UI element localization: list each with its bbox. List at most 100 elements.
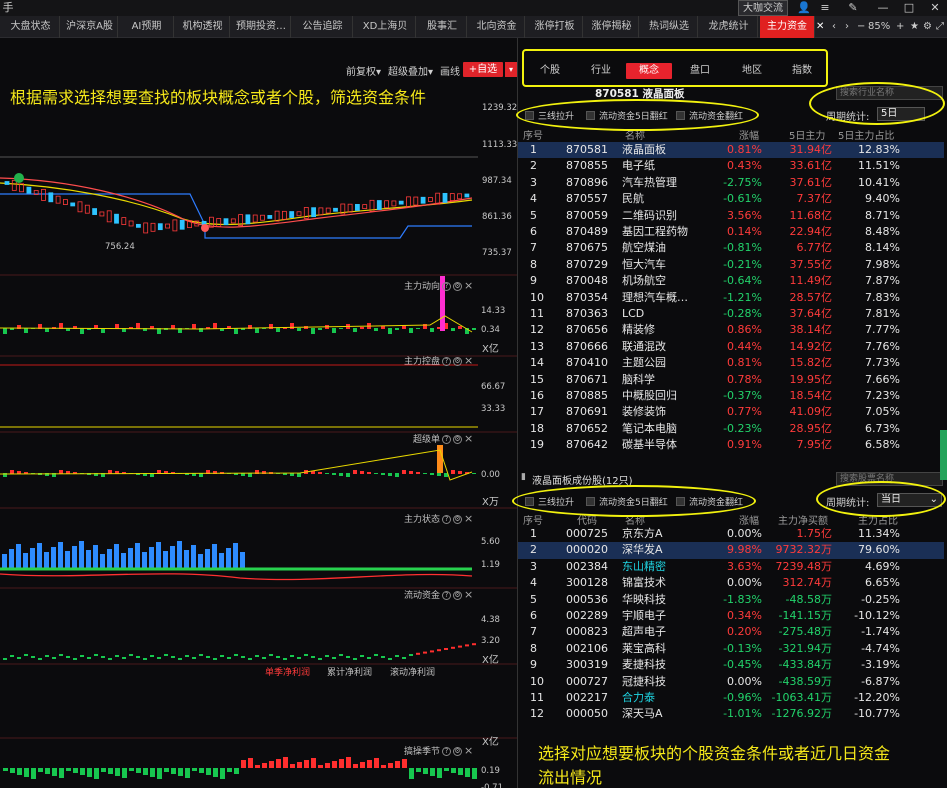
table-row[interactable]: 6 870489 基因工程药物 0.14% 22.94亿 8.48% — [518, 224, 944, 240]
tab-11[interactable]: 涨停揭秘 — [585, 16, 639, 38]
table-row[interactable]: 14 870410 主题公园 0.81% 15.82亿 7.73% — [518, 355, 944, 371]
draw-line-button[interactable]: 画线 — [440, 63, 460, 78]
tab-2[interactable]: 沪深京A股 — [62, 16, 118, 38]
state-bar — [198, 554, 203, 568]
table-row[interactable]: 12 870656 精装修 0.86% 38.14亿 7.77% — [518, 322, 944, 338]
row-5d-ratio: 6.58% — [865, 438, 900, 452]
table-row[interactable]: 13 870666 联通混改 0.44% 14.92亿 7.76% — [518, 339, 944, 355]
adjust-mode-dropdown[interactable]: 前复权▾ — [346, 63, 381, 78]
help-icon[interactable]: ? — [442, 515, 452, 524]
tab-settings-icon[interactable]: ⚙ — [923, 16, 932, 38]
table-row[interactable]: 10 000727 冠捷科技 0.00% -438.59万 -6.87% — [518, 674, 944, 690]
table-row[interactable]: 8 870729 恒大汽车 -0.21% 37.55亿 7.98% — [518, 257, 944, 273]
column-header[interactable]: 涨幅 — [739, 512, 759, 527]
minimize-icon[interactable]: — — [876, 0, 890, 16]
tab-9[interactable]: 北向资金 — [469, 16, 525, 38]
settings-icon[interactable]: ✎ — [846, 0, 860, 16]
close-icon[interactable]: × — [464, 745, 473, 756]
table-row[interactable]: 5 000536 华映科技 -1.83% -48.58万 -0.25% — [518, 592, 944, 608]
super-order-bar — [437, 473, 441, 476]
table-row[interactable]: 11 002217 合力泰 -0.96% -1063.41万 -12.20% — [518, 690, 944, 706]
menu-icon[interactable]: ≡ — [818, 0, 832, 16]
help-icon[interactable]: ? — [442, 747, 452, 756]
help-icon[interactable]: ? — [442, 591, 452, 600]
table-row[interactable]: 7 870675 航空煤油 -0.81% 6.77亿 8.14% — [518, 240, 944, 256]
close-icon[interactable]: × — [464, 355, 473, 366]
tab-1[interactable]: 大盘状态 — [2, 16, 60, 38]
expand-icon[interactable]: ▮ — [521, 472, 526, 482]
row-5d-main: 6.77亿 — [796, 241, 833, 255]
profit-tab-rolling[interactable]: 滚动净利润 — [390, 665, 435, 678]
table-row[interactable]: 18 870652 笔记本电脑 -0.23% 28.95亿 6.73% — [518, 421, 944, 437]
table-row[interactable]: 1 000725 京东方A 0.00% 1.75亿 11.34% — [518, 526, 944, 542]
watchlist-dropdown-icon[interactable]: ▾ — [505, 62, 517, 77]
table-row[interactable]: 2 870855 电子纸 0.43% 33.61亿 11.51% — [518, 158, 944, 174]
settings-icon[interactable]: ⚙ — [453, 435, 463, 444]
discussion-button[interactable]: 大咖交流 — [738, 0, 788, 16]
table-row[interactable]: 6 002289 宇顺电子 0.34% -141.15万 -10.12% — [518, 608, 944, 624]
tab-close-icon[interactable]: ✕ — [816, 16, 824, 38]
close-icon[interactable]: ✕ — [928, 0, 942, 16]
stack-dropdown[interactable]: 超级叠加▾ — [388, 63, 433, 78]
tab-7[interactable]: XD上海贝 — [355, 16, 416, 38]
table-row[interactable]: 9 300319 麦捷科技 -0.45% -433.84万 -3.19% — [518, 657, 944, 673]
user-icon[interactable]: 👤 — [797, 0, 811, 16]
tab-8[interactable]: 股事汇 — [418, 16, 467, 38]
table-row[interactable]: 9 870048 机场航空 -0.64% 11.49亿 7.87% — [518, 273, 944, 289]
tab-5[interactable]: 预期投资… — [232, 16, 291, 38]
column-header[interactable]: 5日主力占比 — [838, 127, 894, 142]
column-header[interactable]: 主力净买额 — [778, 512, 828, 527]
table-row[interactable]: 1 870581 液晶面板 0.81% 31.94亿 12.83% — [518, 142, 944, 159]
settings-icon[interactable]: ⚙ — [453, 282, 463, 291]
close-icon[interactable]: × — [464, 589, 473, 600]
fullscreen-icon[interactable]: ⤢ — [936, 16, 944, 38]
tab-14[interactable]: 主力资金 — [760, 16, 815, 38]
table-row[interactable]: 17 870691 装修装饰 0.77% 41.09亿 7.05% — [518, 404, 944, 420]
tab-13[interactable]: 龙虎统计 — [700, 16, 758, 38]
table-row[interactable]: 19 870642 碳基半导体 0.91% 7.95亿 6.58% — [518, 437, 944, 453]
add-watchlist-button[interactable]: +自选 — [463, 62, 503, 77]
zoom-in-icon[interactable]: + — [896, 16, 904, 38]
tab-next-icon[interactable]: › — [845, 16, 849, 38]
tab-12[interactable]: 热词纵选 — [641, 16, 698, 38]
profit-tab-quarter[interactable]: 单季净利润 — [265, 665, 310, 678]
table-row[interactable]: 8 002106 莱宝高科 -0.13% -321.94万 -4.74% — [518, 641, 944, 657]
table-row[interactable]: 7 000823 超声电子 0.20% -275.48万 -1.74% — [518, 624, 944, 640]
table-row[interactable]: 4 300128 锦富技术 0.00% 312.74万 6.65% — [518, 575, 944, 591]
close-icon[interactable]: × — [464, 433, 473, 444]
table-row[interactable]: 16 870885 中概股回归 -0.37% 18.54亿 7.23% — [518, 388, 944, 404]
settings-icon[interactable]: ⚙ — [453, 357, 463, 366]
table-row[interactable]: 10 870354 理想汽车概… -1.21% 28.57亿 7.83% — [518, 290, 944, 306]
table-row[interactable]: 11 870363 LCD -0.28% 37.64亿 7.81% — [518, 306, 944, 322]
zoom-out-icon[interactable]: − — [857, 16, 865, 38]
close-icon[interactable]: × — [464, 513, 473, 524]
maximize-icon[interactable]: □ — [902, 0, 916, 16]
table-row[interactable]: 4 870557 民航 -0.61% 7.37亿 9.40% — [518, 191, 944, 207]
close-icon[interactable]: × — [464, 280, 473, 291]
table-row[interactable]: 3 870896 汽车热管理 -2.75% 37.61亿 10.41% — [518, 175, 944, 191]
help-icon[interactable]: ? — [442, 435, 452, 444]
help-icon[interactable]: ? — [442, 282, 452, 291]
table-row[interactable]: 12 000050 深天马A -1.01% -1276.92万 -10.77% — [518, 706, 944, 722]
tab-10[interactable]: 涨停打板 — [527, 16, 583, 38]
help-icon[interactable]: ? — [442, 357, 452, 366]
settings-icon[interactable]: ⚙ — [453, 747, 463, 756]
column-header[interactable]: 5日主力 — [789, 127, 825, 142]
column-header[interactable]: 序号 — [523, 512, 543, 527]
favorite-icon[interactable]: ★ — [910, 16, 919, 38]
tab-prev-icon[interactable]: ‹ — [832, 16, 836, 38]
column-header[interactable]: 涨幅 — [739, 127, 759, 142]
liquidity-mark — [136, 656, 140, 658]
tab-4[interactable]: 机构透视 — [176, 16, 230, 38]
table-row[interactable]: 3 002384 东山精密 3.63% 7239.48万 4.69% — [518, 559, 944, 575]
tab-6[interactable]: 公告追踪 — [293, 16, 353, 38]
settings-icon[interactable]: ⚙ — [453, 515, 463, 524]
table-row[interactable]: 15 870671 脑科学 0.78% 19.95亿 7.66% — [518, 372, 944, 388]
side-scroll-handle[interactable] — [940, 430, 947, 480]
profit-tab-cumulative[interactable]: 累计净利润 — [327, 665, 372, 678]
tab-3[interactable]: AI预期 — [120, 16, 174, 38]
table-row[interactable]: 2 000020 深华发A 9.98% 9732.32万 79.60% — [518, 542, 944, 559]
table-row[interactable]: 5 870059 二维码识别 3.56% 11.68亿 8.71% — [518, 208, 944, 224]
settings-icon[interactable]: ⚙ — [453, 591, 463, 600]
column-header[interactable]: 序号 — [523, 127, 543, 142]
